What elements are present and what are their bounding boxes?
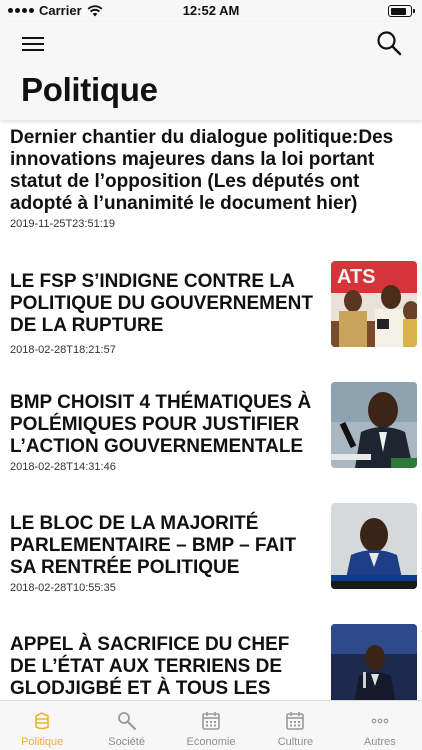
politique-icon xyxy=(35,712,50,730)
status-time: 12:52 AM xyxy=(182,3,240,18)
calendar-icon xyxy=(202,712,220,730)
nav-header: Politique xyxy=(0,22,422,120)
status-bar: Carrier 12:52 AM xyxy=(0,0,422,22)
article-date: 2019-11-25T23:51:19 xyxy=(10,218,115,230)
article-title: BMP CHOISIT 4 THÉMATIQUES À POLÉMIQUES P… xyxy=(10,392,312,457)
page-title: Politique xyxy=(21,71,158,108)
tab-label: Economie xyxy=(186,736,236,748)
tab-culture[interactable]: Culture xyxy=(253,701,337,750)
societe-icon xyxy=(117,712,136,731)
article-title: LE FSP S’INDIGNE CONTRE LA POLITIQUE DU … xyxy=(10,271,313,336)
article-item[interactable]: BMP CHOISIT 4 THÉMATIQUES À POLÉMIQUES P… xyxy=(0,382,422,473)
tab-bar: Politique Société Economie Culture Autre… xyxy=(0,700,422,750)
tab-label: Autres xyxy=(363,736,396,748)
stage-speaker-photo xyxy=(331,624,417,700)
tab-autres[interactable]: Autres xyxy=(338,701,422,750)
article-title: APPEL À SACRIFICE DU CHEF DE L’ÉTAT AUX … xyxy=(10,634,290,699)
article-title: LE BLOC DE LA MAJORITÉ PARLEMENTAIRE – B… xyxy=(10,513,297,578)
battery-level xyxy=(390,7,406,15)
press-conference-photo: ATS xyxy=(331,261,417,347)
article-item[interactable]: LE BLOC DE LA MAJORITÉ PARLEMENTAIRE – B… xyxy=(0,503,422,594)
article-date: 2018-02-28T18:21:57 xyxy=(10,344,116,356)
tab-label: Société xyxy=(108,736,145,748)
more-icon xyxy=(371,718,389,724)
tab-politique[interactable]: Politique xyxy=(0,701,84,750)
battery-icon xyxy=(388,5,415,17)
article-item[interactable]: APPEL À SACRIFICE DU CHEF DE L’ÉTAT AUX … xyxy=(0,624,422,700)
tab-label: Culture xyxy=(277,736,314,748)
svg-text:ATS: ATS xyxy=(337,266,376,288)
article-item[interactable]: LE FSP S’INDIGNE CONTRE LA POLITIQUE DU … xyxy=(0,261,422,356)
calendar-icon xyxy=(286,712,305,730)
tab-label: Politique xyxy=(21,736,64,748)
tab-economie[interactable]: Economie xyxy=(169,701,253,750)
article-list[interactable]: Dernier chantier du dialogue politique:D… xyxy=(0,120,422,700)
hamburger-menu-icon[interactable] xyxy=(22,34,44,54)
tab-societe[interactable]: Société xyxy=(84,701,168,750)
article-item-featured[interactable]: Dernier chantier du dialogue politique:D… xyxy=(0,120,422,240)
speaker-microphone-photo xyxy=(331,382,417,468)
article-date: 2018-02-28T10:55:35 xyxy=(10,582,116,594)
search-icon[interactable] xyxy=(376,30,402,56)
article-date: 2018-02-28T14:31:46 xyxy=(10,461,116,473)
tv-interview-photo xyxy=(331,503,417,589)
article-title: Dernier chantier du dialogue politique:D… xyxy=(10,127,394,214)
